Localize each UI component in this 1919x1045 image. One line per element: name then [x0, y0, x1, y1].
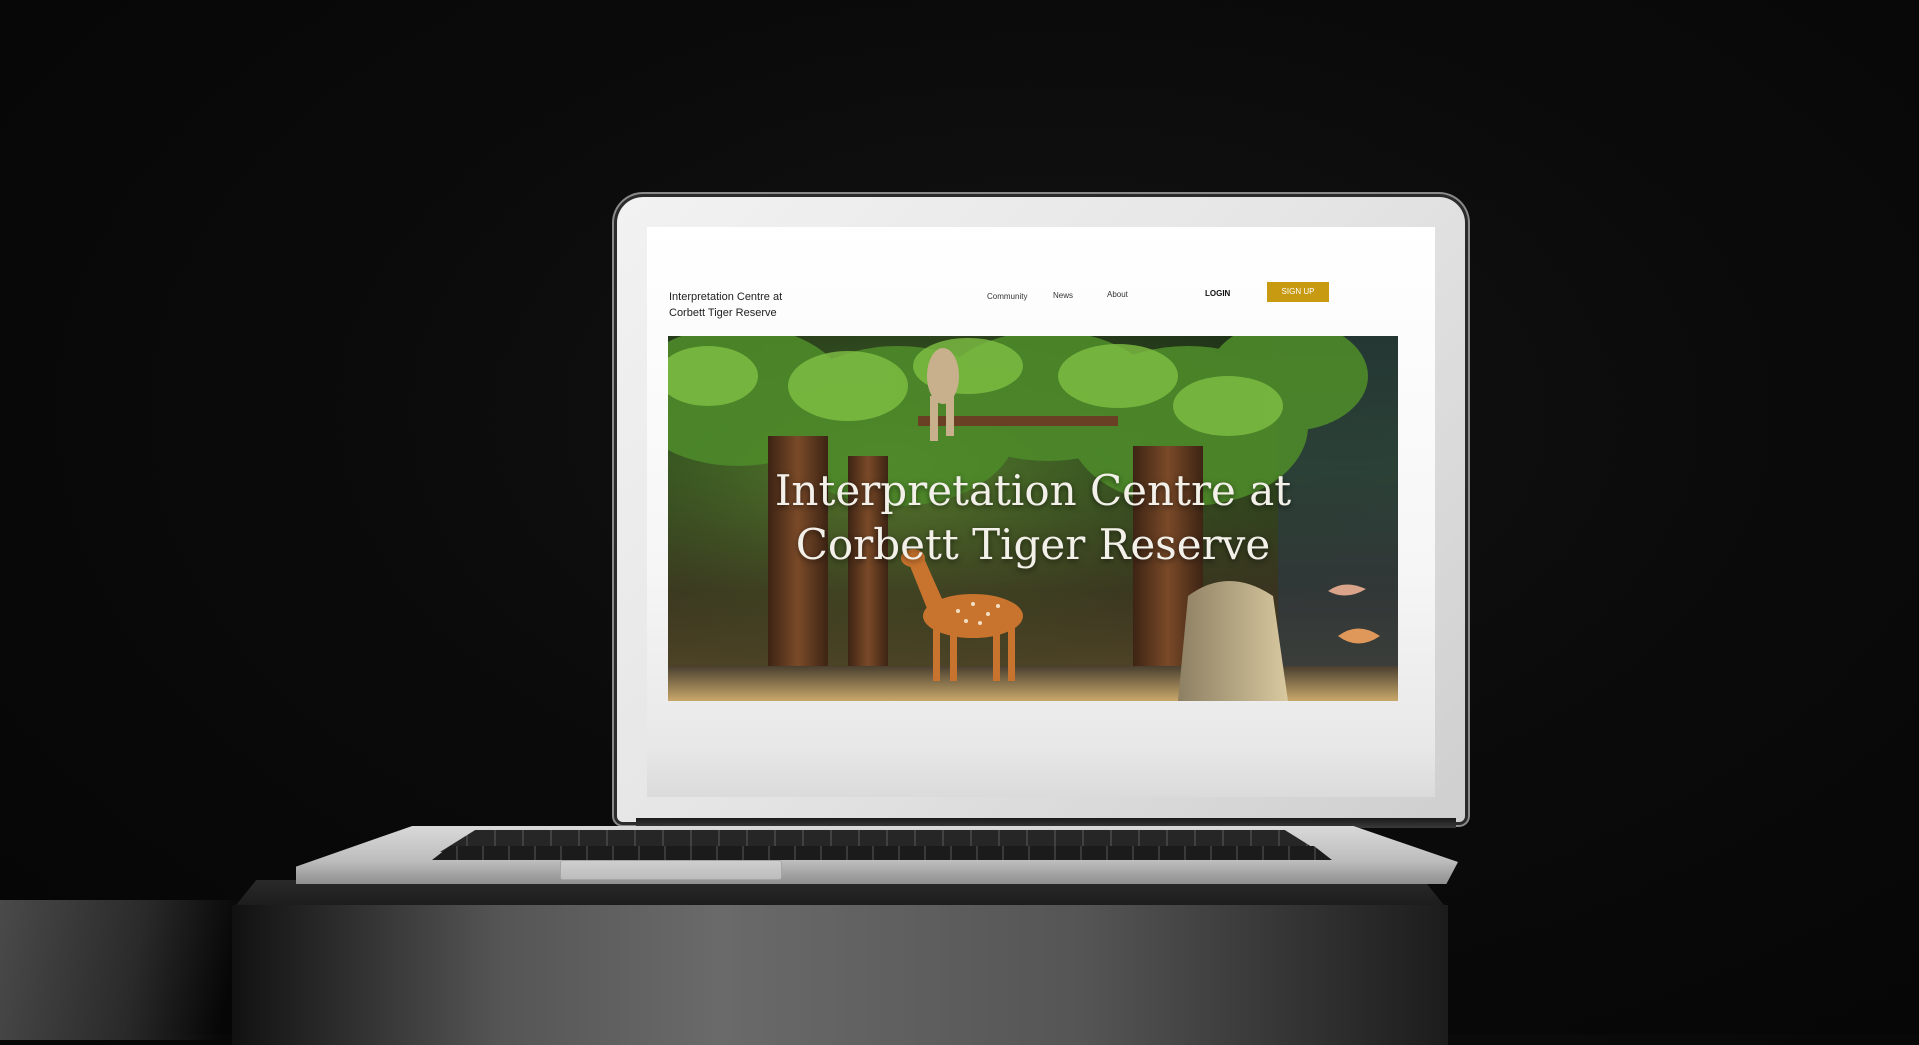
keyboard-row — [432, 846, 1332, 860]
hero-banner: Interpretation Centre at Corbett Tiger R… — [668, 336, 1398, 701]
mockup-scene: Interpretation Centre at Corbett Tiger R… — [0, 0, 1919, 1045]
laptop-screen: Interpretation Centre at Corbett Tiger R… — [647, 227, 1435, 797]
screen-glare — [647, 747, 1435, 797]
site-logo[interactable]: Interpretation Centre at Corbett Tiger R… — [669, 289, 829, 321]
pedestal — [232, 905, 1448, 1045]
login-link[interactable]: LOGIN — [1205, 289, 1230, 298]
hero-title-line-1: Interpretation Centre at — [774, 466, 1292, 515]
nav-community[interactable]: Community — [987, 292, 1027, 301]
brand-line-2: Corbett Tiger Reserve — [669, 307, 777, 319]
brand-line-1: Interpretation Centre at — [669, 291, 783, 303]
laptop-lid: Interpretation Centre at Corbett Tiger R… — [617, 197, 1465, 822]
hero-title-line-2: Corbett Tiger Reserve — [795, 520, 1271, 569]
nav-news[interactable]: News — [1053, 291, 1073, 300]
hero-title: Interpretation Centre at Corbett Tiger R… — [668, 464, 1398, 572]
trackpad — [560, 860, 782, 880]
signup-button[interactable]: SIGN UP — [1267, 282, 1329, 302]
nav-about[interactable]: About — [1107, 290, 1128, 299]
site-header: Interpretation Centre at Corbett Tiger R… — [647, 227, 1435, 327]
